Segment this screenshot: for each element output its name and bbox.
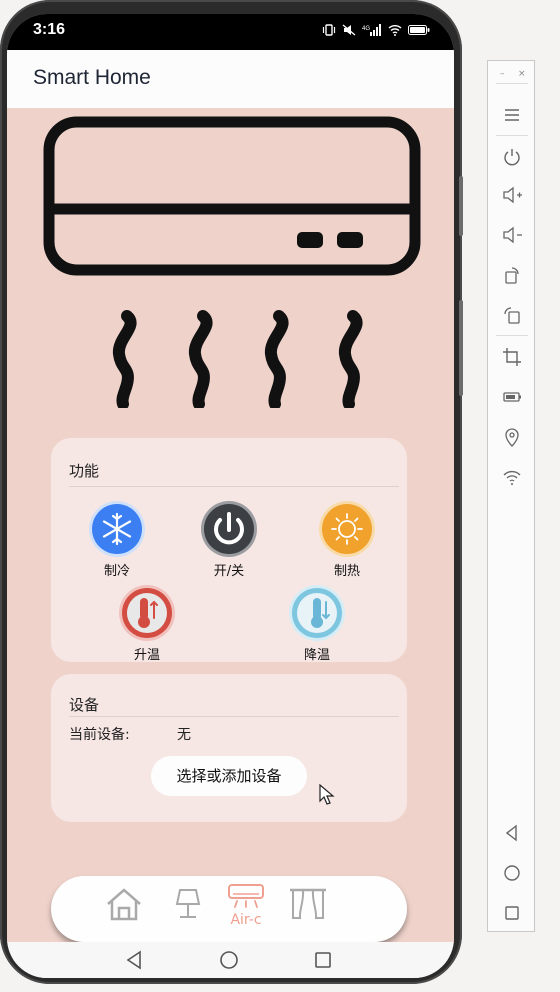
heat-button[interactable]: 制热 — [307, 500, 387, 579]
close-icon[interactable]: × — [518, 69, 526, 79]
wifi-icon[interactable] — [500, 465, 524, 489]
lamp-icon — [175, 889, 201, 918]
emulator-toolbar: – × — [487, 60, 535, 932]
home-icon[interactable] — [500, 861, 524, 885]
location-icon[interactable] — [500, 425, 524, 449]
phone-frame: 3:16 4G Smart Home 功能 制冷 开/关 制热 升温 降温 设备… — [0, 0, 463, 984]
rotate-left-icon[interactable] — [500, 263, 524, 287]
back-icon[interactable] — [500, 821, 524, 845]
mouse-cursor-icon — [319, 784, 335, 805]
wifi-icon — [388, 25, 402, 36]
back-nav-icon[interactable] — [125, 950, 145, 970]
screenshot-crop-icon[interactable] — [500, 345, 524, 369]
divider — [496, 135, 528, 136]
tab-air-conditioner-label: Air-c — [230, 912, 262, 928]
recents-nav-icon[interactable] — [313, 950, 333, 970]
app-bar: Smart Home — [7, 50, 454, 108]
tab-air-conditioner[interactable]: Air-c — [221, 882, 271, 930]
airflow-waves-icon — [113, 310, 363, 408]
current-device-value: 无 — [177, 727, 191, 743]
signal-icon: 4G — [362, 24, 381, 36]
power-toggle-button[interactable]: 开/关 — [189, 500, 269, 579]
divider — [69, 486, 399, 487]
air-conditioner-icon — [228, 884, 264, 908]
main-content: 功能 制冷 开/关 制热 升温 降温 设备 当前设备: 无 选择或添加设备 Ai… — [7, 108, 454, 942]
recents-icon[interactable] — [500, 901, 524, 925]
power-icon — [201, 501, 257, 557]
curtain-icon — [290, 888, 326, 919]
volume-button — [459, 176, 463, 236]
air-conditioner-illustration — [43, 116, 421, 276]
cool-button[interactable]: 制冷 — [77, 500, 157, 579]
divider — [69, 716, 399, 717]
bottom-tab-bar: Air-c — [51, 876, 407, 942]
tab-lamp[interactable] — [165, 886, 211, 934]
menu-icon[interactable] — [500, 103, 524, 127]
system-navigation-bar — [7, 942, 454, 978]
volume-up-icon[interactable] — [500, 183, 524, 207]
status-time: 3:16 — [33, 21, 66, 38]
battery-icon[interactable] — [500, 385, 524, 409]
vibrate-icon — [322, 24, 336, 36]
power-label: 开/关 — [213, 564, 245, 579]
power-icon[interactable] — [500, 145, 524, 169]
power-button — [459, 300, 463, 396]
battery-icon — [408, 25, 430, 35]
current-device-label: 当前设备: — [69, 727, 130, 743]
heat-label: 制热 — [333, 564, 360, 579]
tab-home[interactable] — [101, 886, 147, 934]
tab-curtain[interactable] — [285, 886, 331, 934]
minimize-icon[interactable]: – — [500, 69, 505, 79]
home-icon — [107, 888, 141, 921]
snowflake-icon — [89, 501, 145, 557]
sun-icon — [319, 501, 375, 557]
divider — [496, 335, 528, 336]
svg-text:4G: 4G — [362, 26, 370, 32]
temp-down-button[interactable]: 降温 — [277, 584, 357, 663]
mute-icon — [342, 24, 356, 36]
thermometer-up-icon — [119, 585, 175, 641]
function-card: 功能 制冷 开/关 制热 升温 降温 — [51, 438, 407, 663]
temp-down-label: 降温 — [303, 648, 330, 663]
rotate-right-icon[interactable] — [500, 303, 524, 327]
volume-down-icon[interactable] — [500, 223, 524, 247]
device-card: 设备 当前设备: 无 选择或添加设备 — [51, 674, 407, 822]
home-nav-icon[interactable] — [219, 950, 239, 970]
cool-label: 制冷 — [103, 564, 130, 579]
device-card-title: 设备 — [69, 696, 100, 714]
temp-up-label: 升温 — [133, 648, 160, 663]
function-card-title: 功能 — [69, 462, 100, 480]
thermometer-down-icon — [289, 585, 345, 641]
status-icons: 4G — [322, 24, 430, 36]
temp-up-button[interactable]: 升温 — [107, 584, 187, 663]
status-bar: 3:16 4G — [7, 14, 454, 50]
divider — [496, 83, 528, 84]
select-device-button[interactable]: 选择或添加设备 — [151, 756, 307, 796]
app-title: Smart Home — [33, 66, 151, 89]
screen: 3:16 4G Smart Home 功能 制冷 开/关 制热 升温 降温 设备… — [7, 14, 454, 978]
